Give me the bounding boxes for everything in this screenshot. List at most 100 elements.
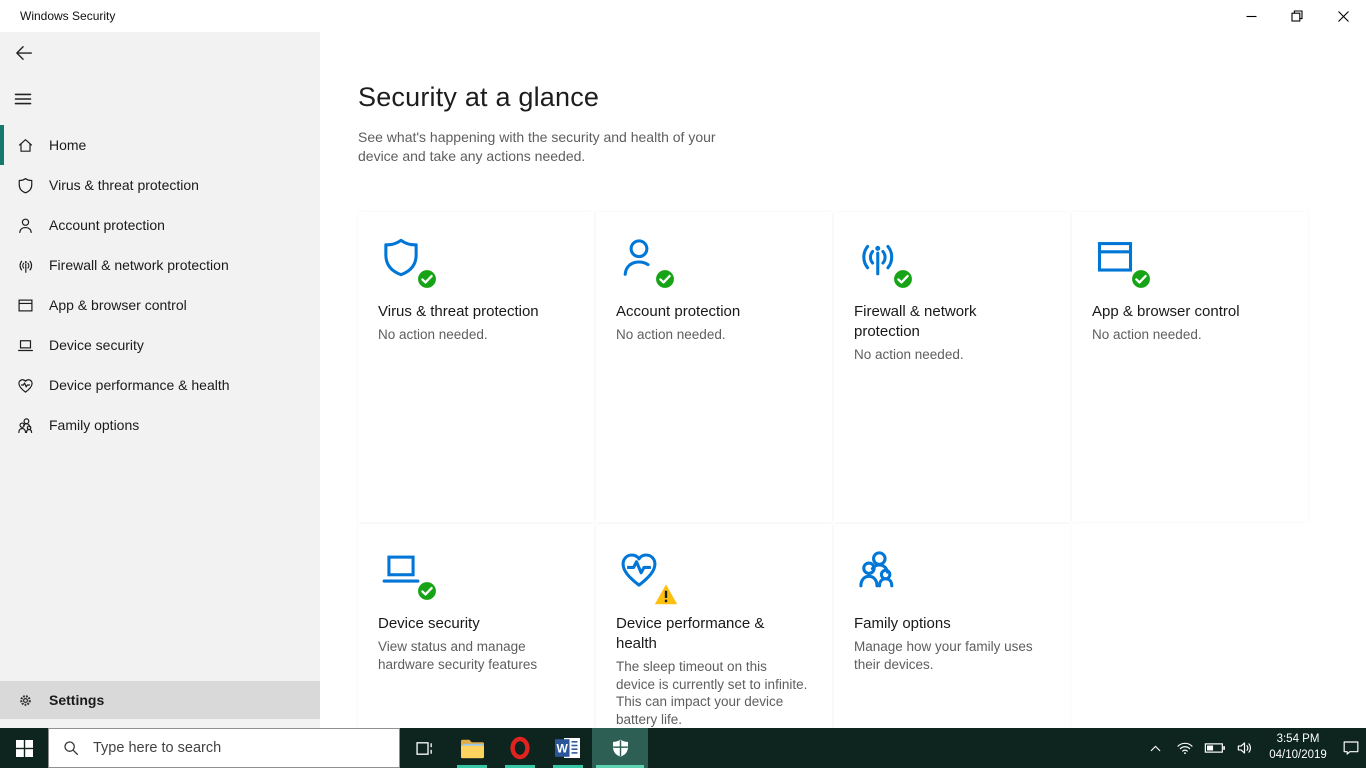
app-body: Home Virus & threat protection Account p… bbox=[0, 32, 1366, 728]
task-view-icon bbox=[415, 741, 432, 755]
laptop-icon bbox=[15, 335, 35, 355]
sidebar-item-label: App & browser control bbox=[49, 297, 187, 313]
back-button[interactable] bbox=[9, 40, 39, 66]
tile-status-text: Manage how your family uses their device… bbox=[854, 639, 1033, 672]
search-input[interactable] bbox=[93, 740, 363, 756]
status-ok-badge bbox=[416, 268, 438, 290]
selected-accent-bar bbox=[0, 125, 4, 165]
status-ok-badge bbox=[416, 580, 438, 602]
hamburger-icon bbox=[14, 93, 32, 105]
volume-button[interactable] bbox=[1230, 728, 1260, 768]
minimize-button[interactable] bbox=[1228, 0, 1274, 32]
tile-title: App & browser control bbox=[1092, 302, 1240, 320]
wifi-icon bbox=[1177, 742, 1193, 755]
tile-title: Family options bbox=[854, 614, 951, 632]
network-icon bbox=[15, 255, 35, 275]
sidebar-item-label: Firewall & network protection bbox=[49, 257, 229, 273]
titlebar: Windows Security bbox=[0, 0, 1366, 32]
status-ok-badge bbox=[654, 268, 676, 290]
action-center-button[interactable] bbox=[1336, 728, 1366, 768]
back-arrow-icon bbox=[16, 46, 33, 60]
word-icon: W bbox=[555, 738, 580, 758]
sidebar-item-label: Family options bbox=[49, 417, 140, 433]
status-warning-badge bbox=[652, 581, 680, 606]
family-icon bbox=[859, 551, 894, 588]
sidebar-item-device-performance-health[interactable]: Device performance & health bbox=[0, 365, 320, 405]
tray-overflow-button[interactable] bbox=[1140, 728, 1170, 768]
hamburger-menu-button[interactable] bbox=[7, 86, 39, 112]
wifi-button[interactable] bbox=[1170, 728, 1200, 768]
app-browser-icon bbox=[15, 295, 35, 315]
window-controls bbox=[1228, 0, 1366, 32]
tile-title: Device performance & health bbox=[616, 614, 765, 653]
tile-app-browser-control[interactable]: App & browser control No action needed. bbox=[1072, 211, 1308, 522]
restore-button[interactable] bbox=[1274, 0, 1320, 32]
tile-account-protection[interactable]: Account protection No action needed. bbox=[596, 211, 832, 522]
folder-icon bbox=[460, 739, 484, 758]
battery-icon bbox=[1204, 743, 1225, 753]
sidebar-item-app-browser-control[interactable]: App & browser control bbox=[0, 285, 320, 325]
sidebar-item-settings[interactable]: Settings bbox=[0, 681, 320, 719]
taskbar: W bbox=[0, 728, 1366, 768]
tile-title: Device security bbox=[378, 614, 480, 632]
sidebar-item-label: Device performance & health bbox=[49, 377, 230, 393]
home-icon bbox=[15, 135, 35, 155]
sidebar-nav: Home Virus & threat protection Account p… bbox=[0, 125, 320, 445]
windows-security-taskbar-button[interactable] bbox=[592, 728, 648, 768]
opera-icon bbox=[510, 736, 530, 760]
sidebar-item-home[interactable]: Home bbox=[0, 125, 320, 165]
sidebar-item-account-protection[interactable]: Account protection bbox=[0, 205, 320, 245]
sidebar-item-device-security[interactable]: Device security bbox=[0, 325, 320, 365]
tile-status-text: No action needed. bbox=[378, 327, 488, 343]
close-icon bbox=[1337, 10, 1349, 22]
page-title: Security at a glance bbox=[358, 82, 600, 112]
battery-button[interactable] bbox=[1200, 728, 1230, 768]
tile-status-text: No action needed. bbox=[616, 327, 726, 343]
system-tray: 3:54 PM 04/10/2019 bbox=[1140, 728, 1366, 768]
gear-icon bbox=[15, 690, 35, 710]
sidebar-item-firewall-network-protection[interactable]: Firewall & network protection bbox=[0, 245, 320, 285]
tile-device-performance-health[interactable]: Device performance & health The sleep ti… bbox=[596, 523, 832, 728]
windows-security-window: Windows Security Home Virus & threat pro… bbox=[0, 0, 1366, 768]
tile-firewall-network-protection[interactable]: Firewall & network protection No action … bbox=[834, 211, 1070, 522]
security-shield-icon bbox=[612, 739, 628, 757]
tray-date: 04/10/2019 bbox=[1269, 749, 1327, 761]
sidebar-item-virus-threat-protection[interactable]: Virus & threat protection bbox=[0, 165, 320, 205]
sidebar: Home Virus & threat protection Account p… bbox=[0, 32, 320, 728]
window-title: Windows Security bbox=[20, 9, 116, 23]
search-icon bbox=[64, 741, 79, 756]
taskbar-search[interactable] bbox=[48, 728, 400, 768]
chevron-up-icon bbox=[1150, 745, 1160, 751]
volume-icon bbox=[1237, 742, 1251, 754]
main-content: Security at a glance See what's happenin… bbox=[320, 32, 1366, 728]
sidebar-item-family-options[interactable]: Family options bbox=[0, 405, 320, 445]
person-icon bbox=[15, 215, 35, 235]
file-explorer-button[interactable] bbox=[448, 728, 496, 768]
svg-text:W: W bbox=[557, 742, 569, 756]
tile-virus-threat-protection[interactable]: Virus & threat protection No action need… bbox=[358, 211, 594, 522]
sidebar-item-label: Home bbox=[49, 137, 87, 153]
tile-device-security[interactable]: Device security View status and manage h… bbox=[358, 523, 594, 728]
status-ok-badge bbox=[1130, 268, 1152, 290]
word-button[interactable]: W bbox=[544, 728, 592, 768]
windows-start-icon bbox=[15, 739, 33, 757]
clock[interactable]: 3:54 PM 04/10/2019 bbox=[1260, 728, 1336, 768]
tile-status-text: No action needed. bbox=[854, 347, 964, 363]
health-heart-icon bbox=[15, 375, 35, 395]
task-view-button[interactable] bbox=[400, 728, 448, 768]
family-icon bbox=[15, 415, 35, 435]
close-button[interactable] bbox=[1320, 0, 1366, 32]
tile-title: Virus & threat protection bbox=[378, 302, 539, 320]
tile-title: Firewall & network protection bbox=[854, 302, 977, 341]
opera-button[interactable] bbox=[496, 728, 544, 768]
tile-status-text: View status and manage hardware security… bbox=[378, 639, 538, 672]
tray-time: 3:54 PM bbox=[1276, 733, 1320, 746]
action-center-icon bbox=[1343, 741, 1359, 755]
sidebar-item-label: Device security bbox=[49, 337, 144, 353]
settings-label: Settings bbox=[49, 692, 105, 708]
shield-icon bbox=[15, 175, 35, 195]
status-ok-badge bbox=[892, 268, 914, 290]
tile-family-options[interactable]: Family options Manage how your family us… bbox=[834, 523, 1070, 728]
start-button[interactable] bbox=[0, 728, 48, 768]
sidebar-item-label: Account protection bbox=[49, 217, 165, 233]
